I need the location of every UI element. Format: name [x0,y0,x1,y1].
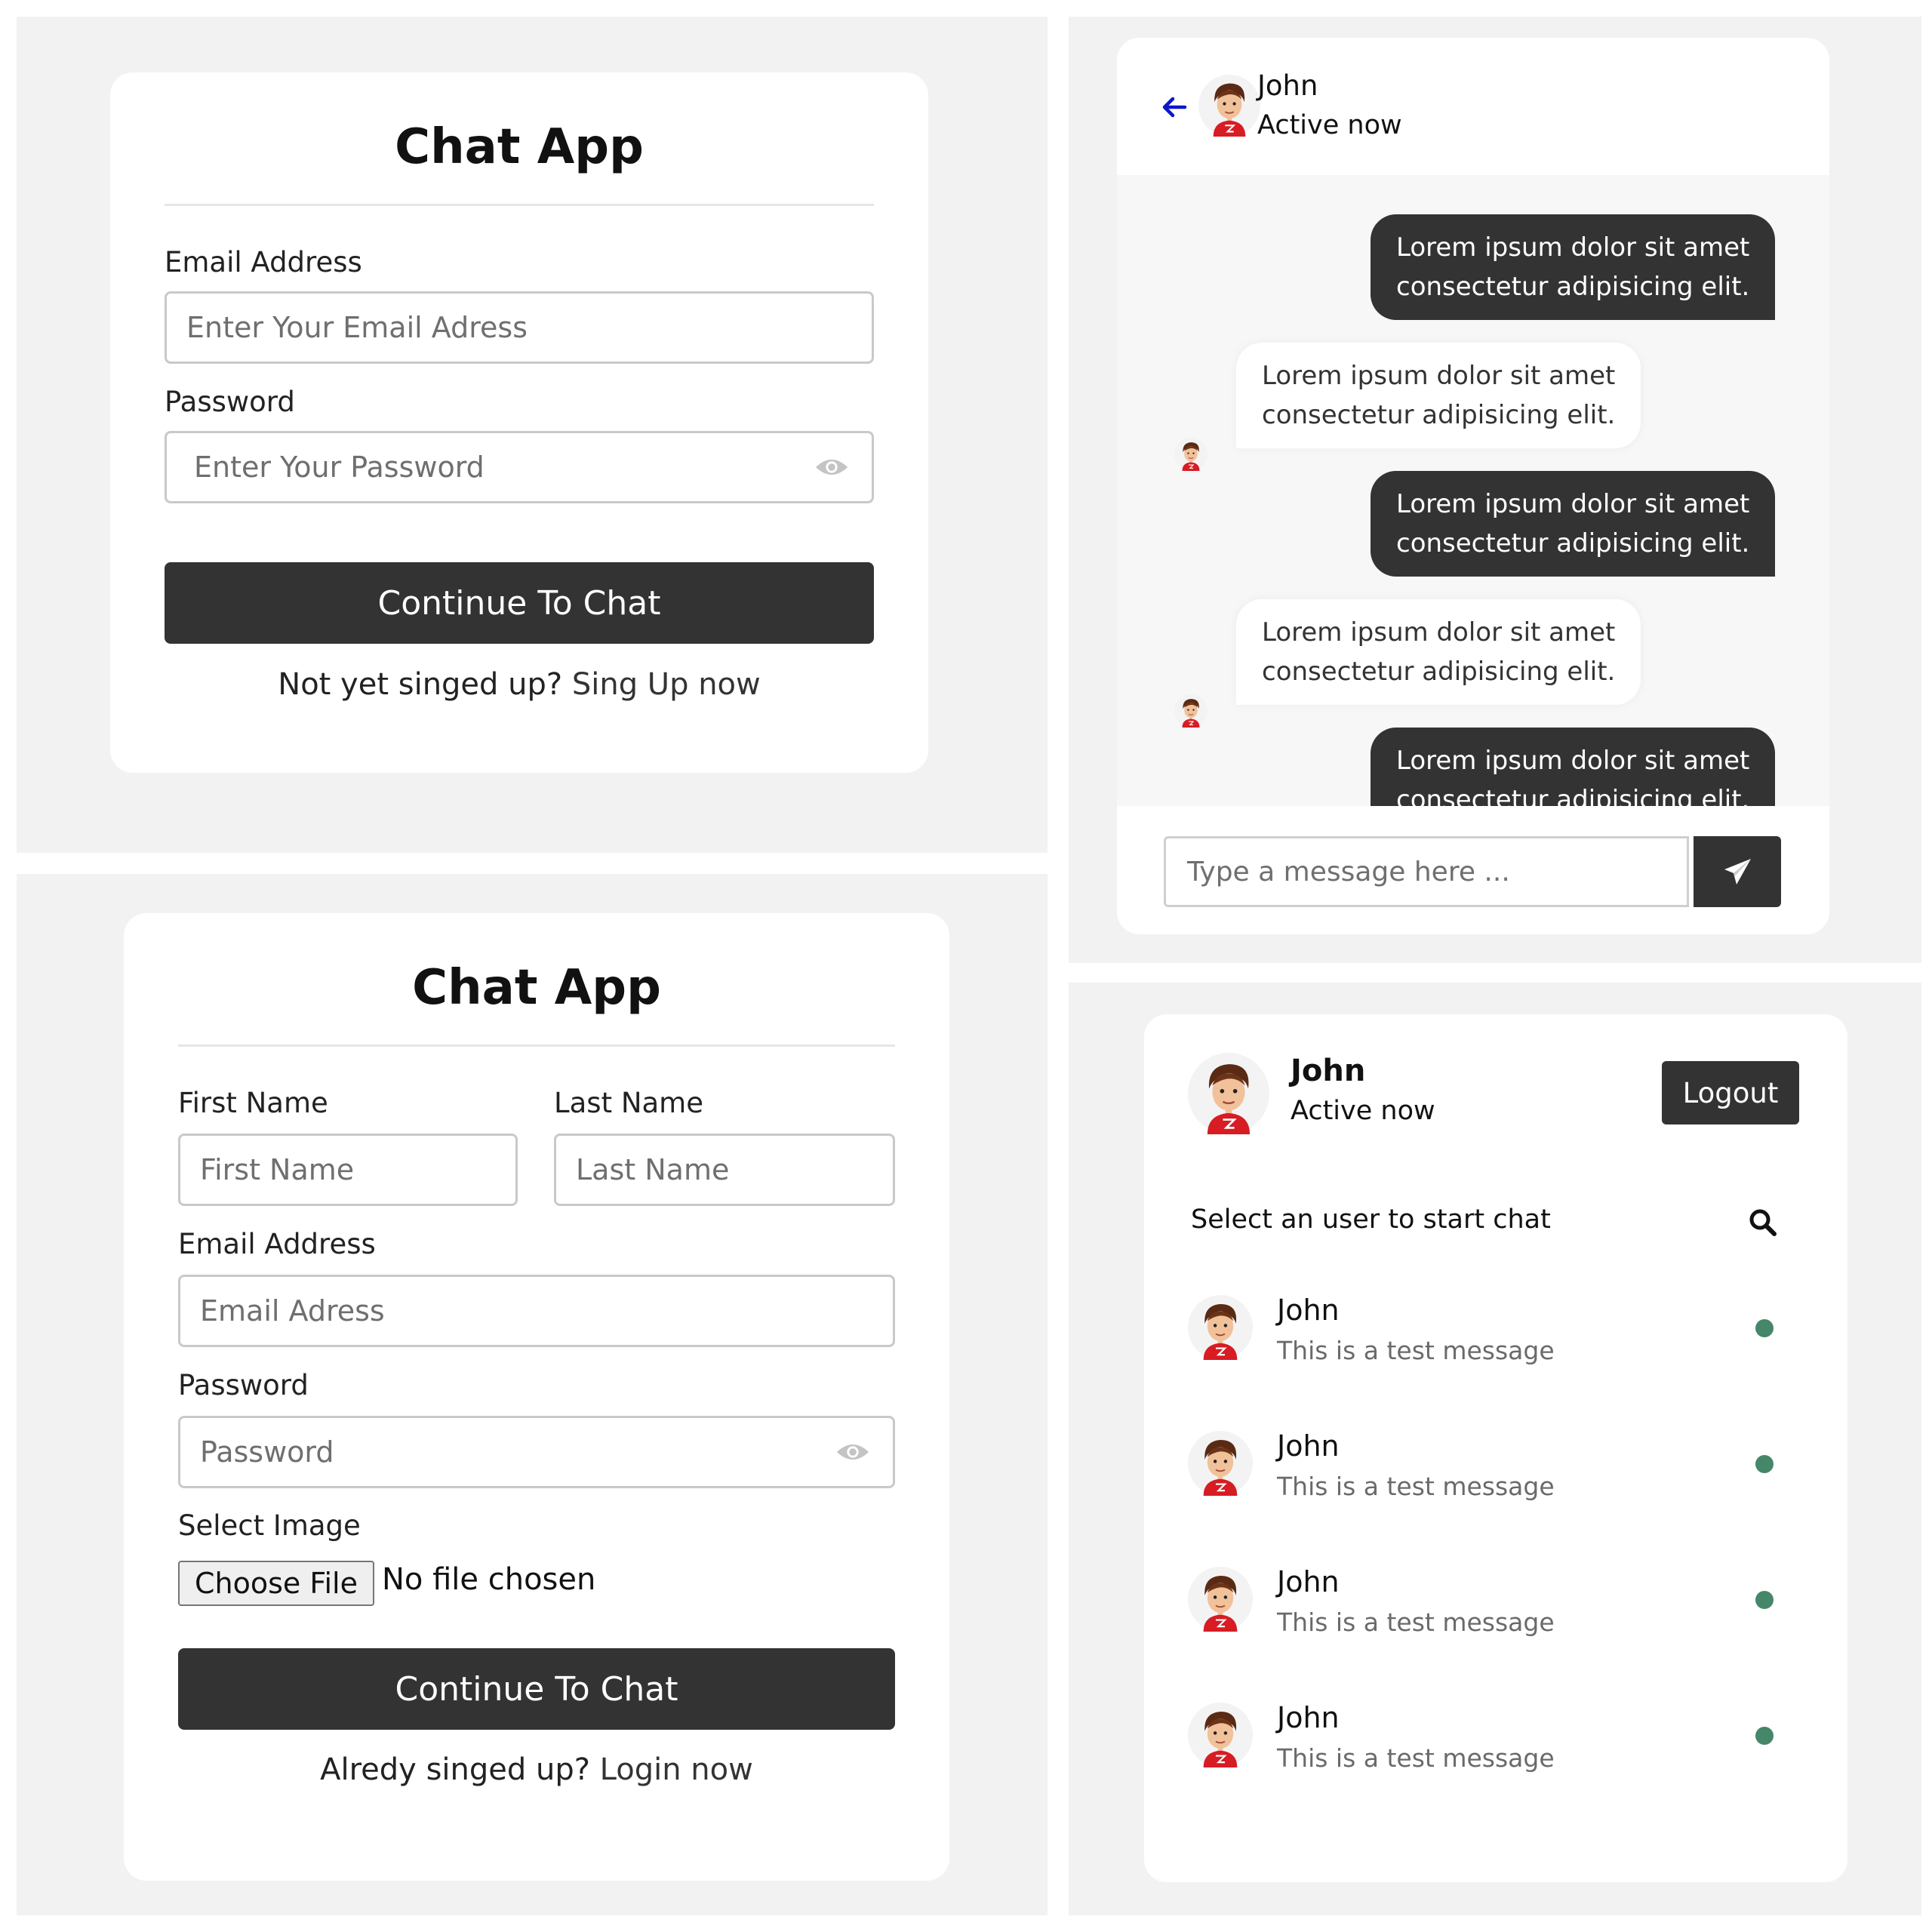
avatar [1188,1565,1253,1633]
incoming-message: Lorem ipsum dolor sit amet consectetur a… [1236,343,1641,448]
first-name-label: First Name [178,1087,328,1119]
password-label: Password [165,386,295,418]
current-user-name: John [1291,1054,1366,1088]
message-line: consectetur adipisicing elit. [1262,657,1616,687]
user-last-message: This is a test message [1277,1607,1555,1637]
message-line: Lorem ipsum dolor sit amet [1262,361,1616,391]
avatar [1198,69,1260,142]
login-link[interactable]: Login now [600,1752,753,1787]
back-arrow-icon[interactable] [1161,94,1188,121]
continue-to-chat-button[interactable]: Continue To Chat [178,1648,895,1730]
first-name-placeholder: First Name [200,1153,355,1186]
email-label: Email Address [178,1228,376,1260]
user-last-message: This is a test message [1277,1336,1555,1365]
search-label: Select an user to start chat [1191,1204,1551,1235]
continue-to-chat-button[interactable]: Continue To Chat [165,562,874,644]
chat-panel: John Active now Lorem ipsum dolor sit am… [1069,17,1921,963]
online-status-dot [1755,1591,1774,1609]
avatar [1188,1701,1253,1769]
signup-prompt-text: Not yet singed up? [278,667,563,702]
email-placeholder: Enter Your Email Adress [186,311,528,344]
file-status: No file chosen [382,1562,596,1597]
password-field[interactable]: Enter Your Password [165,431,874,503]
online-status-dot [1755,1455,1774,1473]
chat-header: John Active now [1117,38,1829,175]
last-name-field[interactable]: Last Name [554,1134,895,1206]
eye-icon[interactable] [814,457,849,478]
last-name-label: Last Name [554,1087,703,1119]
title-divider [178,1044,895,1047]
outgoing-message: Lorem ipsum dolor sit amet consectetur a… [1371,471,1776,577]
title-divider [165,204,874,206]
user-last-message: This is a test message [1277,1472,1555,1501]
search-icon[interactable] [1748,1208,1778,1238]
user-list-item[interactable]: John This is a test message [1188,1429,1814,1543]
avatar [1188,1294,1253,1361]
email-placeholder: Email Adress [200,1294,385,1327]
user-last-message: This is a test message [1277,1743,1555,1773]
users-panel: John Active now Logout Select an user to… [1069,983,1921,1915]
message-line: consectetur adipisicing elit. [1396,528,1750,558]
message-line: consectetur adipisicing elit. [1396,785,1750,806]
online-status-dot [1755,1319,1774,1337]
password-placeholder: Password [200,1435,334,1469]
chat-card: John Active now Lorem ipsum dolor sit am… [1117,38,1829,934]
password-label: Password [178,1369,309,1401]
select-image-label: Select Image [178,1509,361,1542]
user-list-item[interactable]: John This is a test message [1188,1701,1814,1814]
users-card: John Active now Logout Select an user to… [1144,1014,1847,1882]
paper-plane-icon [1724,859,1751,884]
user-list-item[interactable]: John This is a test message [1188,1565,1814,1678]
message-line: consectetur adipisicing elit. [1396,272,1750,302]
message-line: Lorem ipsum dolor sit amet [1262,617,1616,648]
email-field[interactable]: Enter Your Email Adress [165,291,874,364]
user-name: John [1277,1294,1340,1327]
page-title: Chat App [395,119,644,175]
message-line: Lorem ipsum dolor sit amet [1396,746,1750,776]
message-line: consectetur adipisicing elit. [1262,400,1616,430]
signup-card: Chat App First Name First Name Last Name… [124,913,949,1881]
chat-contact-name: John [1257,69,1318,102]
online-status-dot [1755,1727,1774,1745]
message-input-placeholder: Type a message here ... [1187,856,1510,888]
user-name: John [1277,1429,1340,1463]
eye-icon[interactable] [835,1441,870,1463]
avatar [1174,429,1208,480]
user-name: John [1277,1701,1340,1734]
message-line: Lorem ipsum dolor sit amet [1396,489,1750,519]
avatar [1188,1052,1269,1135]
signup-prompt: Not yet singed up? Sing Up now [110,667,928,702]
login-card: Chat App Email Address Enter Your Email … [110,72,928,773]
outgoing-message: Lorem ipsum dolor sit amet consectetur a… [1371,728,1776,806]
first-name-field[interactable]: First Name [178,1134,518,1206]
login-prompt: Alredy singed up? Login now [124,1752,949,1787]
send-button[interactable] [1694,836,1781,907]
avatar [1188,1429,1253,1497]
last-name-placeholder: Last Name [576,1153,730,1186]
logout-button[interactable]: Logout [1662,1061,1799,1124]
page-title: Chat App [412,960,661,1016]
login-panel: Chat App Email Address Enter Your Email … [17,17,1048,853]
password-placeholder: Enter Your Password [194,451,485,484]
login-prompt-text: Alredy singed up? [320,1752,590,1787]
user-list-item[interactable]: John This is a test message [1188,1294,1814,1407]
email-field[interactable]: Email Adress [178,1275,895,1347]
file-button[interactable]: Choose File [178,1561,374,1606]
signup-link[interactable]: Sing Up now [572,667,761,702]
email-label: Email Address [165,246,362,278]
incoming-message: Lorem ipsum dolor sit amet consectetur a… [1236,599,1641,705]
signup-panel: Chat App First Name First Name Last Name… [17,874,1048,1915]
current-user-status: Active now [1291,1096,1435,1126]
chat-contact-status: Active now [1257,110,1402,140]
message-input[interactable]: Type a message here ... [1164,836,1689,907]
user-name: John [1277,1565,1340,1598]
outgoing-message: Lorem ipsum dolor sit amet consectetur a… [1371,214,1776,320]
message-line: Lorem ipsum dolor sit amet [1396,232,1750,263]
chat-box[interactable]: Lorem ipsum dolor sit amet consectetur a… [1117,175,1829,806]
password-field[interactable]: Password [178,1416,895,1488]
avatar [1174,685,1208,737]
